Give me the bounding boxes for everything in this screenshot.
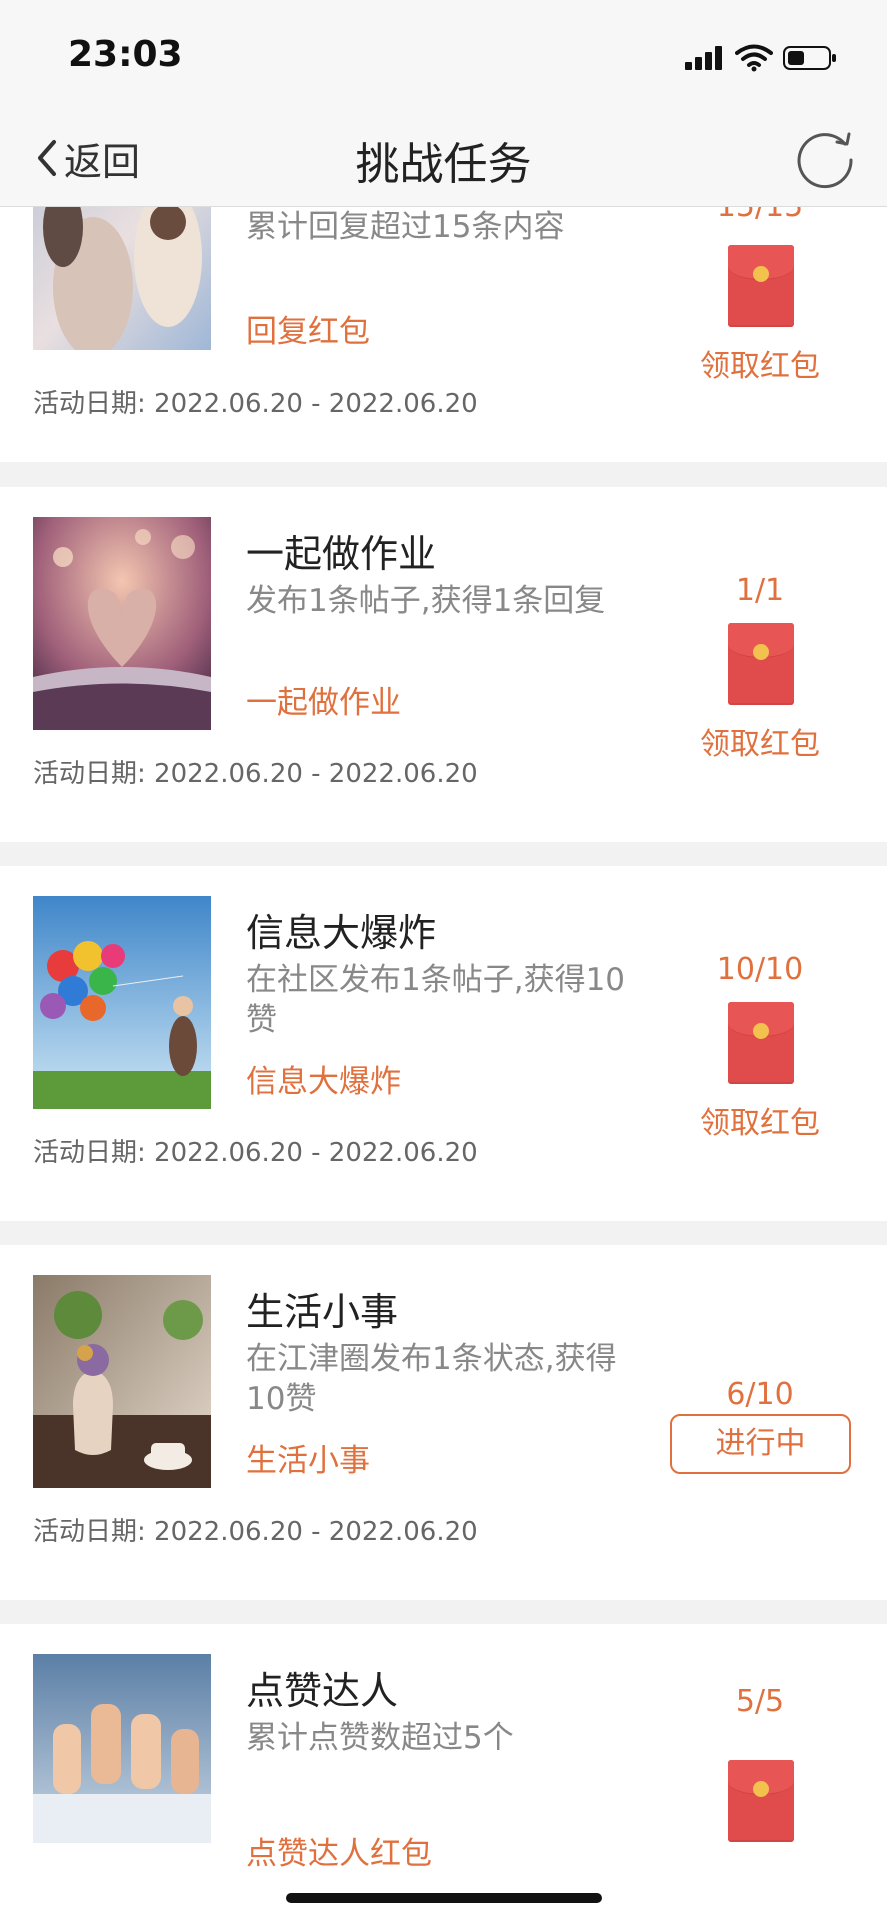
date-label: 活动日期: (33, 1138, 146, 1168)
task-thumbnail (33, 1275, 211, 1488)
red-envelope-icon[interactable] (728, 245, 794, 327)
task-tag: 回复红包 (246, 314, 370, 350)
cellular-signal-icon (685, 46, 722, 70)
refresh-icon[interactable] (793, 126, 857, 190)
task-progress: 10/10 (716, 952, 804, 987)
task-progress: 1/1 (735, 573, 785, 608)
page-title: 挑战任务 (355, 139, 532, 190)
date-range: 2022.06.20 - 2022.06.20 (154, 1138, 478, 1168)
task-description: 发布1条帖子,获得1条回复 (246, 583, 606, 619)
task-card[interactable]: 点赞达人 累计点赞数超过5个 点赞达人红包 5/5 (0, 1624, 887, 1920)
task-thumbnail (33, 896, 211, 1109)
task-card[interactable]: 信息大爆炸 在社区发布1条帖子,获得10赞 信息大爆炸 活动日期: 2022.0… (0, 866, 887, 1221)
task-card[interactable]: 生活小事 在江津圈发布1条状态,获得10赞 生活小事 活动日期: 2022.06… (0, 1245, 887, 1600)
task-date: 活动日期: 2022.06.20 - 2022.06.20 (33, 1132, 478, 1169)
home-indicator (286, 1893, 602, 1903)
claim-button[interactable]: 领取红包 (660, 341, 860, 385)
red-envelope-icon[interactable] (728, 1760, 794, 1842)
task-tag: 一起做作业 (246, 685, 401, 721)
task-card[interactable]: 一起做作业 发布1条帖子,获得1条回复 一起做作业 活动日期: 2022.06.… (0, 487, 887, 842)
task-title: 点赞达人 (246, 1669, 399, 1713)
task-progress: 6/10 (726, 1377, 794, 1412)
task-title: 信息大爆炸 (246, 911, 437, 955)
date-range: 2022.06.20 - 2022.06.20 (154, 1517, 478, 1547)
status-bar: 23:03 (0, 0, 887, 108)
status-icons (685, 42, 845, 74)
red-envelope-icon[interactable] (728, 623, 794, 705)
task-tag: 生活小事 (246, 1443, 370, 1479)
task-date: 活动日期: 2022.06.20 - 2022.06.20 (33, 383, 478, 420)
task-tag: 信息大爆炸 (246, 1064, 401, 1100)
battery-icon (783, 46, 836, 70)
red-envelope-icon[interactable] (728, 1002, 794, 1084)
date-range: 2022.06.20 - 2022.06.20 (154, 389, 478, 419)
nav-bar: 返回 挑战任务 (0, 108, 887, 207)
task-description: 在社区发布1条帖子,获得10赞 (246, 962, 626, 1038)
task-date: 活动日期: 2022.06.20 - 2022.06.20 (33, 753, 478, 790)
status-time: 23:03 (68, 34, 183, 75)
task-title: 生活小事 (246, 1290, 399, 1334)
task-description: 累计点赞数超过5个 (246, 1720, 514, 1756)
task-thumbnail (33, 517, 211, 730)
claim-button[interactable]: 领取红包 (660, 1098, 860, 1142)
claim-button[interactable]: 领取红包 (660, 719, 860, 763)
task-title: 一起做作业 (246, 532, 437, 576)
date-label: 活动日期: (33, 389, 146, 419)
task-tag: 点赞达人红包 (246, 1836, 432, 1872)
in-progress-button[interactable]: 进行中 (670, 1414, 851, 1474)
date-label: 活动日期: (33, 759, 146, 789)
date-range: 2022.06.20 - 2022.06.20 (154, 759, 478, 789)
task-description: 累计回复超过15条内容 (246, 209, 565, 245)
wifi-icon (735, 44, 773, 72)
task-description: 在江津圈发布1条状态,获得10赞 (246, 1341, 617, 1417)
task-date: 活动日期: 2022.06.20 - 2022.06.20 (33, 1511, 478, 1548)
date-label: 活动日期: (33, 1517, 146, 1547)
task-progress: 5/5 (735, 1684, 785, 1719)
task-thumbnail (33, 1654, 211, 1843)
